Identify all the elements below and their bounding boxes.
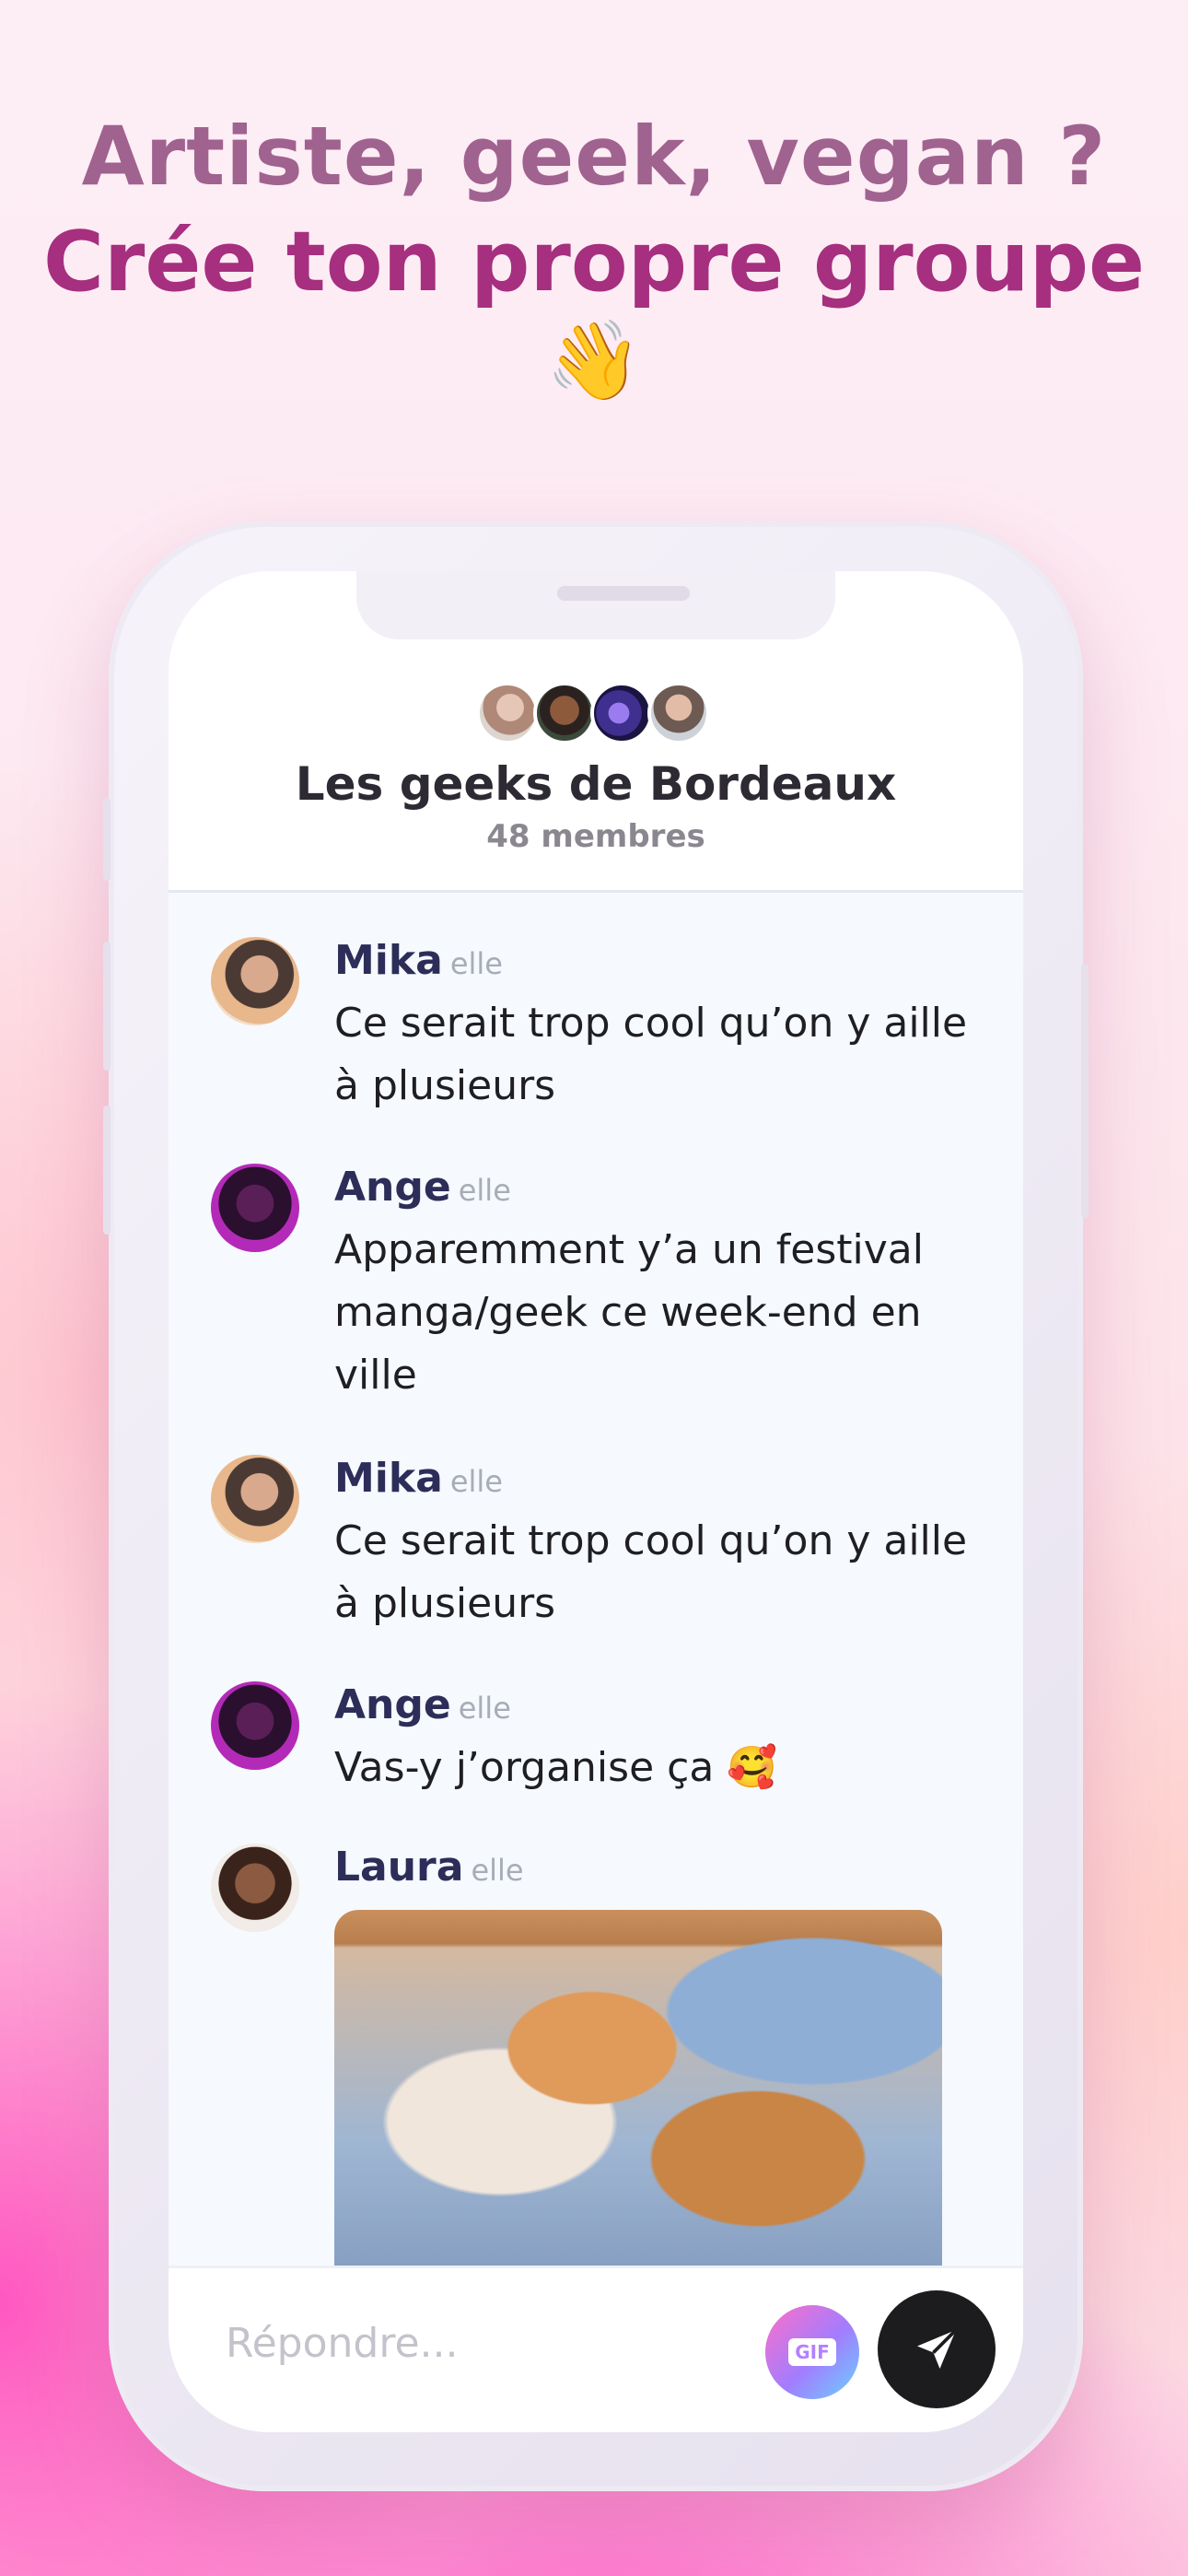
headline-line2: Crée ton propre groupe (42, 214, 1146, 310)
avatar (647, 682, 710, 744)
phone-screen: Les geeks de Bordeaux 48 membres Mika ell… (169, 571, 1023, 2432)
phone-side-button (1081, 964, 1089, 1218)
phone-notch (356, 571, 835, 639)
group-member-avatars[interactable] (169, 682, 1023, 744)
gif-icon: GIF (788, 2338, 836, 2366)
avatar[interactable] (211, 937, 299, 1025)
message-composer: Répondre... GIF (169, 2266, 1023, 2432)
phone-side-button (103, 798, 111, 881)
avatar (476, 682, 539, 744)
sender-pronoun: elle (458, 1691, 511, 1726)
avatar[interactable] (211, 1844, 299, 1932)
message-text: Ce serait trop cool qu’on y aille à plus… (334, 1517, 968, 1627)
avatar (590, 682, 653, 744)
gif-button[interactable]: GIF (765, 2305, 859, 2399)
avatar[interactable] (211, 1681, 299, 1770)
sender-name[interactable]: Laura (334, 1844, 463, 1891)
message-text: Ce serait trop cool qu’on y aille à plus… (334, 1000, 968, 1109)
reply-input[interactable]: Répondre... (226, 2320, 458, 2367)
message-text: Apparemment y’a un festival manga/geek c… (334, 1226, 924, 1399)
chat-thread[interactable]: Mika elle Ce serait trop cool qu’on y ail… (169, 893, 1023, 2266)
send-arrow-icon (917, 2328, 958, 2369)
sender-name[interactable]: Ange (334, 1681, 451, 1728)
phone-speaker (557, 586, 690, 601)
phone-side-button (103, 1106, 111, 1235)
sender-name[interactable]: Ange (334, 1164, 451, 1211)
sender-pronoun: elle (471, 1853, 524, 1888)
sender-name[interactable]: Mika (334, 1455, 443, 1502)
member-count: 48 membres (486, 818, 705, 855)
sender-name[interactable]: Mika (334, 937, 443, 984)
avatar[interactable] (211, 1164, 299, 1252)
phone-side-button (103, 942, 111, 1071)
avatar[interactable] (211, 1455, 299, 1543)
group-title[interactable]: Les geeks de Bordeaux (169, 757, 1023, 811)
sender-pronoun: elle (458, 1173, 511, 1208)
sender-pronoun: elle (449, 1464, 503, 1499)
avatar (533, 682, 596, 744)
sender-pronoun: elle (449, 946, 503, 981)
cat-and-dog-photo[interactable] (334, 1910, 942, 2266)
send-button[interactable] (878, 2290, 996, 2408)
message-text: Vas-y j’organise ça 🥰 (334, 1744, 778, 1791)
waving-hand-emoji: 👋 (545, 315, 643, 405)
headline-line1: Artiste, geek, vegan ? (81, 109, 1107, 204)
